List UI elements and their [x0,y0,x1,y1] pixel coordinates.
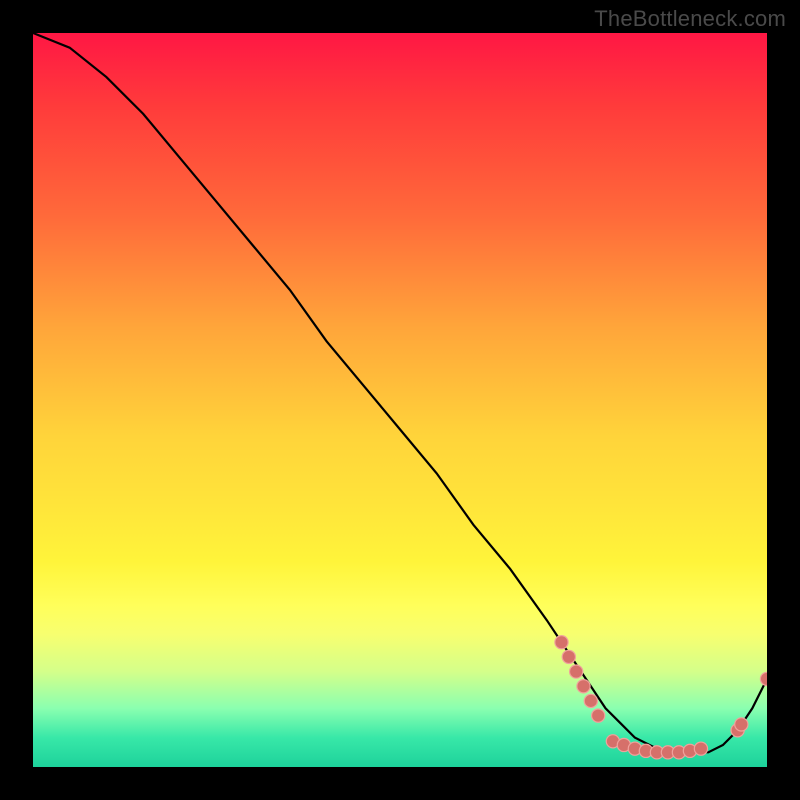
data-point [592,709,605,722]
chart-svg [33,33,767,767]
plot-area [33,33,767,767]
data-point [584,694,597,707]
data-point [606,735,619,748]
data-point [617,738,630,751]
marker-group [555,636,767,759]
data-point [731,724,744,737]
data-point [760,672,767,685]
data-point [694,742,707,755]
data-point [628,742,641,755]
data-point [683,744,696,757]
watermark-text: TheBottleneck.com [594,6,786,32]
data-point [650,746,663,759]
data-point [672,746,685,759]
data-point [661,746,674,759]
data-point [555,636,568,649]
data-point [735,718,748,731]
data-point [570,665,583,678]
data-point [562,650,575,663]
bottleneck-curve [33,33,767,752]
chart-frame: TheBottleneck.com [0,0,800,800]
data-point [639,744,652,757]
data-point [577,680,590,693]
